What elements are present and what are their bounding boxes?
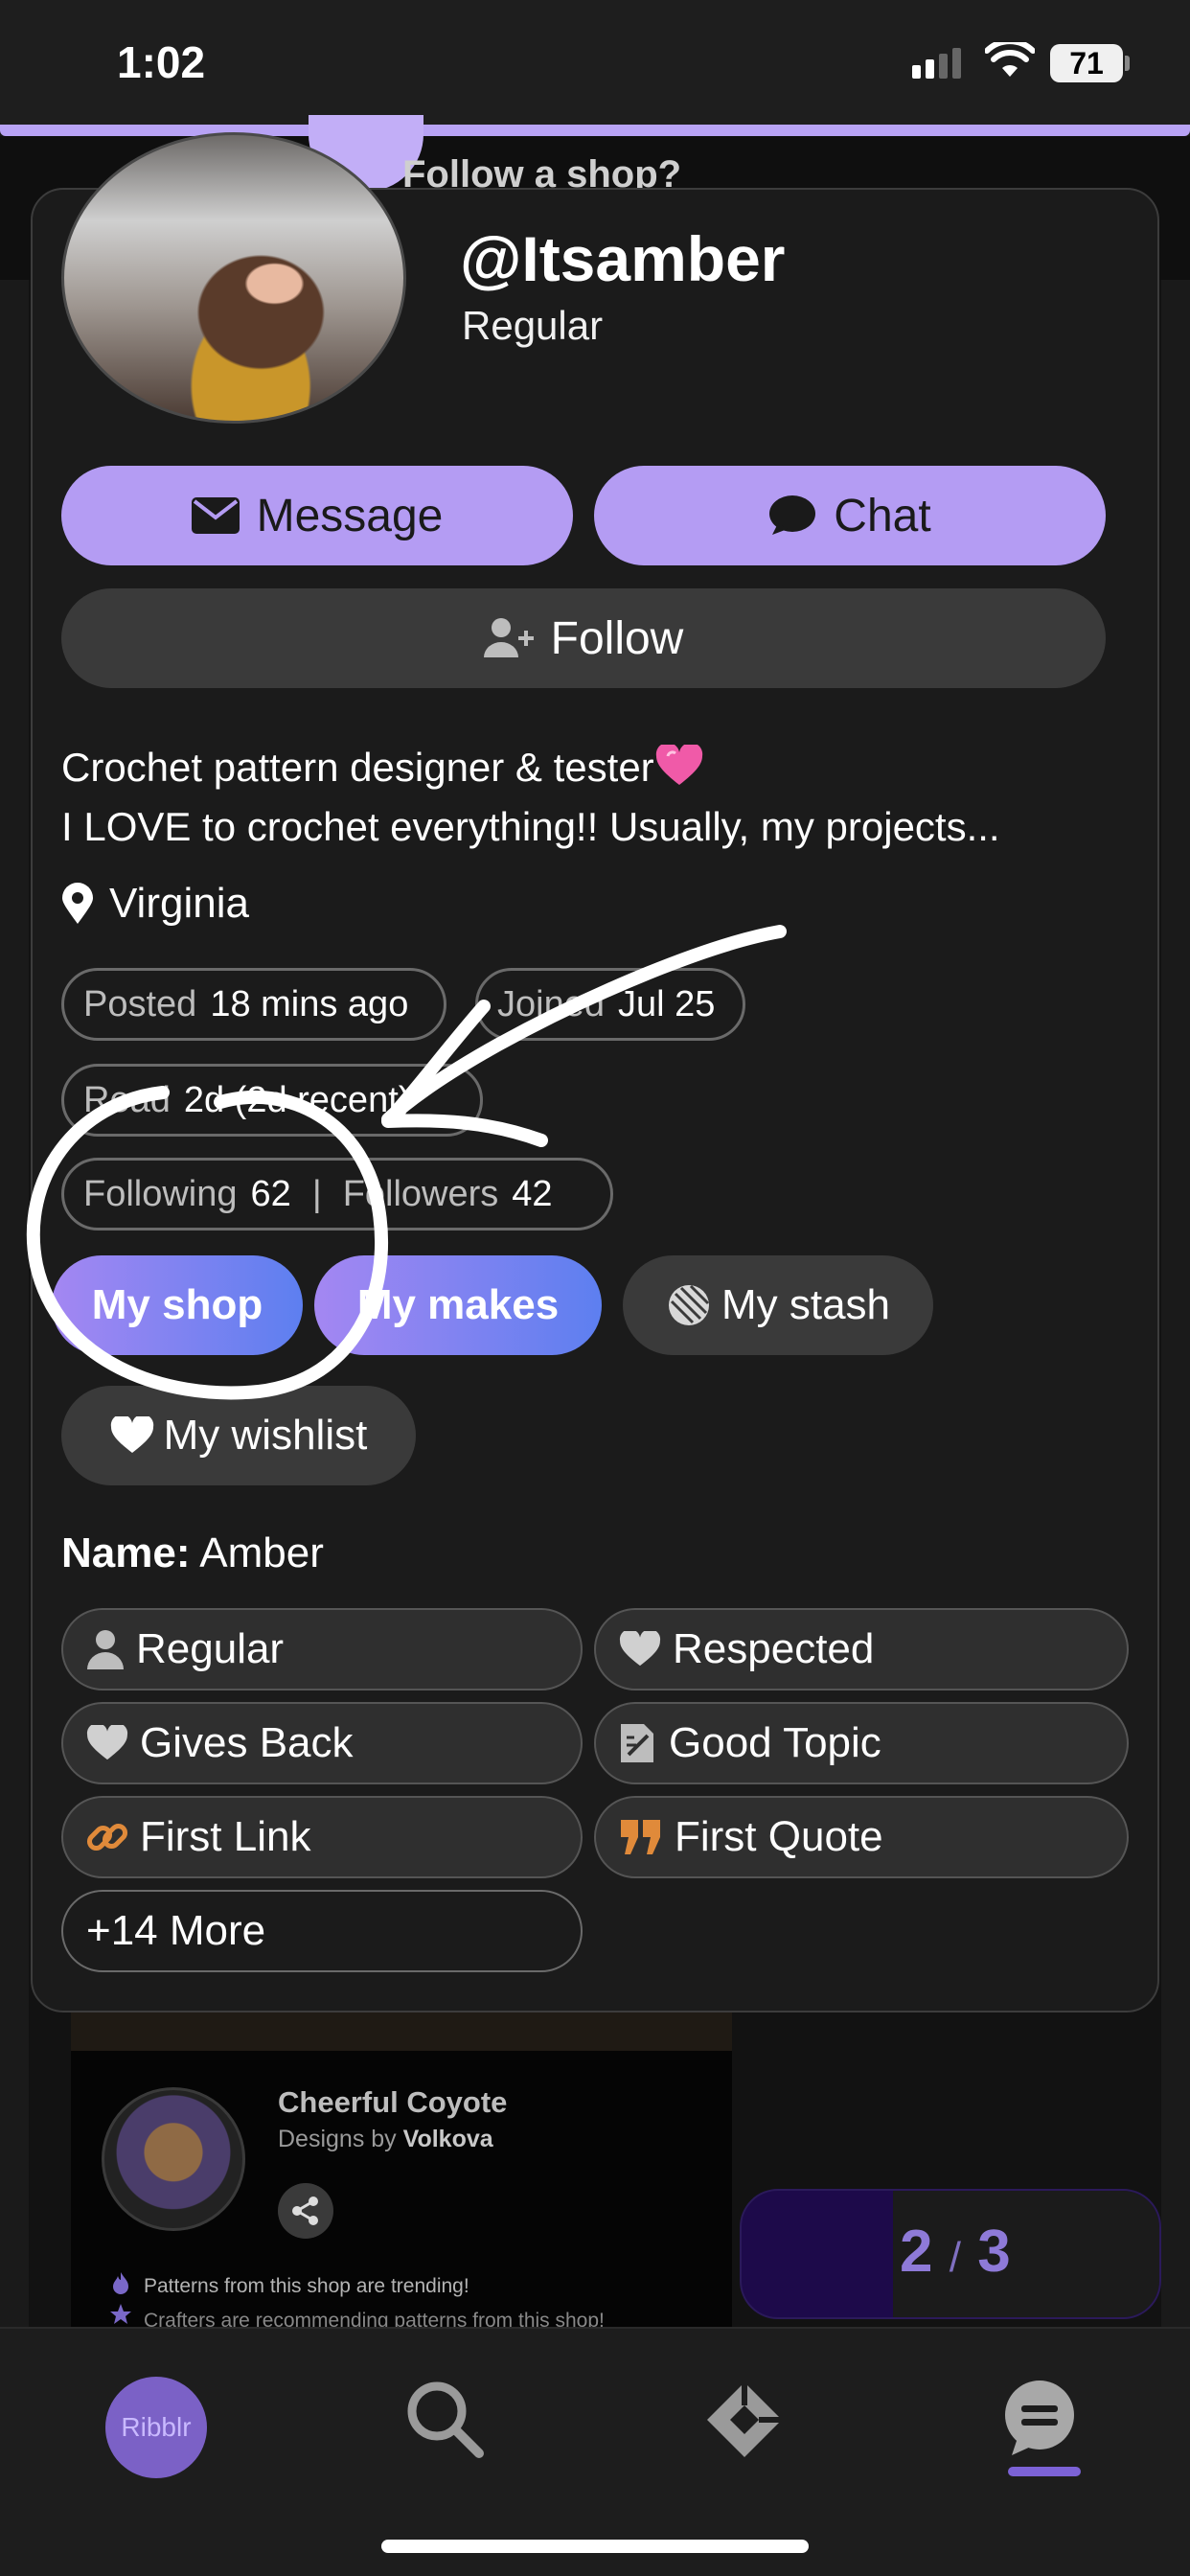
my-shop-label: My shop — [91, 1281, 263, 1328]
joined-stat: Joined Jul 25 — [475, 968, 745, 1041]
name-label: Name: — [61, 1530, 191, 1576]
joined-label: Joined — [497, 983, 605, 1024]
badge-good-topic-label: Good Topic — [669, 1719, 881, 1766]
shop-designer: Designs by Volkova — [278, 2126, 493, 2153]
link-icon — [86, 1823, 128, 1852]
share-button[interactable] — [278, 2183, 333, 2239]
edit-document-icon — [621, 1724, 653, 1762]
chat-icon[interactable] — [998, 2377, 1081, 2459]
wifi-icon — [985, 42, 1035, 77]
posted-value: 18 mins ago — [210, 983, 409, 1024]
pager-total: 3 — [977, 2219, 1011, 2285]
share-icon — [292, 2196, 318, 2225]
shop-name: Cheerful Coyote — [278, 2085, 508, 2119]
badge-regular-label: Regular — [136, 1625, 285, 1672]
bio-line-1: Crochet pattern designer & tester — [61, 745, 654, 790]
pager-separator: / — [949, 2234, 961, 2281]
chat-button[interactable]: Chat — [594, 466, 1106, 565]
profile-photo — [61, 132, 406, 424]
yarn-ball-icon — [668, 1284, 710, 1325]
follow-button[interactable]: Follow — [61, 588, 1106, 688]
map-pin-icon — [62, 883, 93, 924]
my-makes-label: My makes — [356, 1281, 560, 1328]
my-wishlist-label: My wishlist — [163, 1412, 368, 1459]
nav-home-avatar[interactable]: Ribblr — [105, 2377, 207, 2478]
badge-respected-label: Respected — [673, 1625, 875, 1672]
envelope-icon — [191, 497, 240, 534]
badge-gives-back-label: Gives Back — [140, 1719, 354, 1766]
my-shop-button[interactable]: My shop — [52, 1255, 303, 1355]
search-icon[interactable] — [402, 2377, 489, 2463]
top-accent-bar — [0, 125, 1190, 136]
profile-location: Virginia — [61, 880, 249, 928]
patterns-icon[interactable] — [701, 2377, 788, 2463]
follow-stats[interactable]: Following 62 | Followers 42 — [61, 1158, 613, 1230]
shop-note-trending: Patterns from this shop are trending! — [144, 2275, 469, 2297]
my-stash-label: My stash — [721, 1281, 891, 1328]
profile-rank: Regular — [462, 303, 604, 348]
badges-more-label: +14 More — [86, 1907, 266, 1954]
badge-gives-back[interactable]: Gives Back — [61, 1702, 583, 1784]
heart-icon — [86, 1725, 128, 1760]
shop-avatar — [102, 2087, 245, 2231]
stat-divider: | — [311, 1173, 322, 1214]
home-indicator — [381, 2540, 809, 2553]
pager: 2 / 3 — [740, 2189, 1161, 2319]
profile-name: Name: Amber — [61, 1530, 324, 1577]
chat-button-label: Chat — [834, 490, 931, 541]
pager-text: 2 / 3 — [900, 2218, 1011, 2286]
badge-respected[interactable]: Respected — [594, 1608, 1129, 1690]
following-label: Following — [83, 1173, 238, 1214]
sparkling-heart-icon — [655, 745, 702, 785]
battery-icon: 71 — [1050, 44, 1123, 82]
user-icon — [87, 1630, 124, 1669]
followers-label: Followers — [342, 1173, 499, 1214]
badge-regular[interactable]: Regular — [61, 1608, 583, 1690]
badges-more-button[interactable]: +14 More — [61, 1890, 583, 1972]
shop-designer-prefix: Designs by — [278, 2126, 397, 2152]
followers-value: 42 — [512, 1173, 553, 1214]
my-makes-button[interactable]: My makes — [314, 1255, 602, 1355]
posted-label: Posted — [83, 983, 197, 1024]
message-button-label: Message — [256, 490, 444, 541]
follow-button-label: Follow — [550, 612, 684, 664]
read-value: 2d (2d recent) — [183, 1079, 411, 1120]
read-stat: Read 2d (2d recent) — [61, 1064, 483, 1137]
quote-icon — [621, 1820, 660, 1854]
signal-icon — [912, 48, 961, 79]
shop-designer-name: Volkova — [402, 2126, 493, 2152]
name-value: Amber — [199, 1530, 324, 1576]
bio-line-2: I LOVE to crochet everything!! Usually, … — [61, 804, 1000, 849]
status-time: 1:02 — [117, 37, 206, 87]
star-icon — [110, 2304, 131, 2324]
flame-icon — [113, 2272, 128, 2294]
badge-first-quote[interactable]: First Quote — [594, 1796, 1129, 1878]
heart-icon — [110, 1416, 153, 1453]
message-button[interactable]: Message — [61, 466, 573, 565]
joined-value: Jul 25 — [617, 983, 716, 1024]
read-label: Read — [83, 1079, 171, 1120]
badge-first-quote-label: First Quote — [675, 1813, 883, 1860]
badge-first-link[interactable]: First Link — [61, 1796, 583, 1878]
profile-bio: Crochet pattern designer & tester I LOVE… — [61, 738, 1115, 857]
nav-active-indicator — [1008, 2467, 1081, 2476]
posted-stat: Posted 18 mins ago — [61, 968, 446, 1041]
speech-bubble-icon — [769, 495, 816, 535]
my-wishlist-button[interactable]: My wishlist — [61, 1386, 416, 1485]
add-user-icon — [483, 618, 534, 657]
battery-nub — [1125, 56, 1130, 71]
badge-good-topic[interactable]: Good Topic — [594, 1702, 1129, 1784]
pager-current: 2 — [900, 2219, 933, 2285]
my-stash-button[interactable]: My stash — [623, 1255, 933, 1355]
heart-icon — [619, 1631, 661, 1667]
location-text: Virginia — [109, 880, 249, 927]
badge-first-link-label: First Link — [140, 1813, 311, 1860]
following-value: 62 — [250, 1173, 291, 1214]
profile-username: @Itsamber — [460, 223, 786, 294]
